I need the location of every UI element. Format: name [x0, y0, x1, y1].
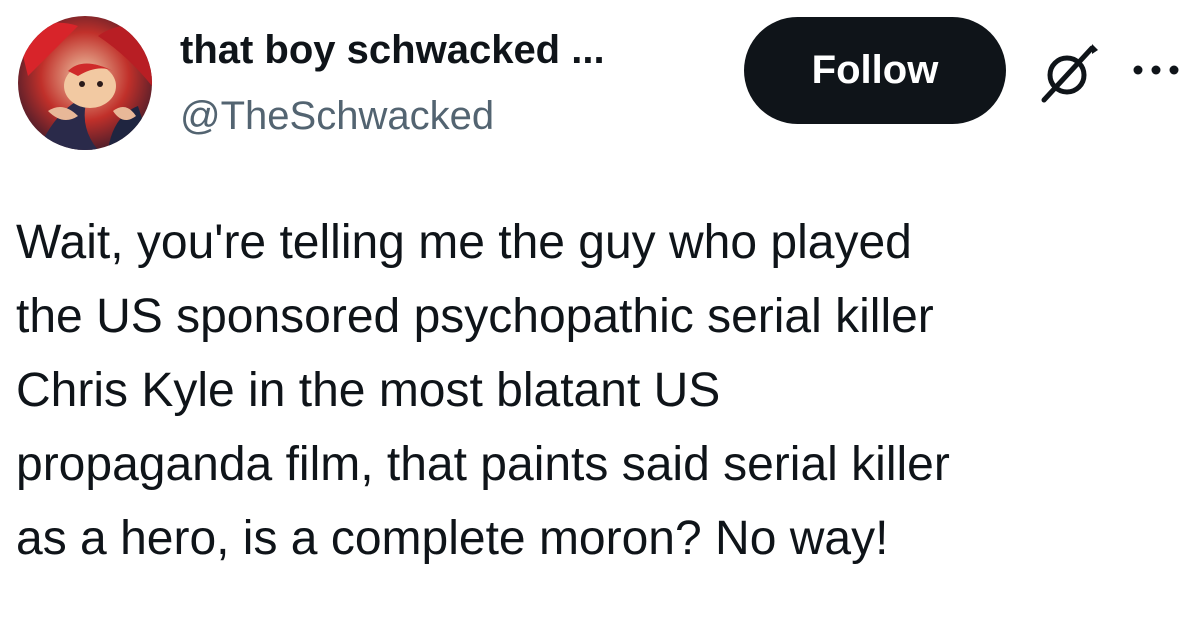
follow-button[interactable]: Follow — [744, 17, 1006, 124]
tweet-text-line: propaganda film, that paints said serial… — [16, 438, 950, 491]
author-handle[interactable]: @TheSchwacked — [180, 92, 494, 140]
tweet-text-line: Wait, you're telling me the guy who play… — [16, 216, 912, 269]
tweet-text: Wait, you're telling me the guy who play… — [16, 206, 1192, 576]
avatar[interactable] — [18, 16, 152, 150]
more-options-icon[interactable] — [1128, 50, 1184, 90]
author-display-name[interactable]: that boy schwacked ... — [180, 26, 605, 74]
tweet-text-line: as a hero, is a complete moron? No way! — [16, 512, 889, 565]
tweet-card: that boy schwacked ... @TheSchwacked Fol… — [0, 0, 1200, 621]
tweet-text-line: the US sponsored psychopathic serial kil… — [16, 290, 934, 343]
tweet-text-line: Chris Kyle in the most blatant US — [16, 364, 721, 417]
avatar-image — [18, 16, 152, 150]
grok-icon[interactable] — [1034, 40, 1102, 108]
